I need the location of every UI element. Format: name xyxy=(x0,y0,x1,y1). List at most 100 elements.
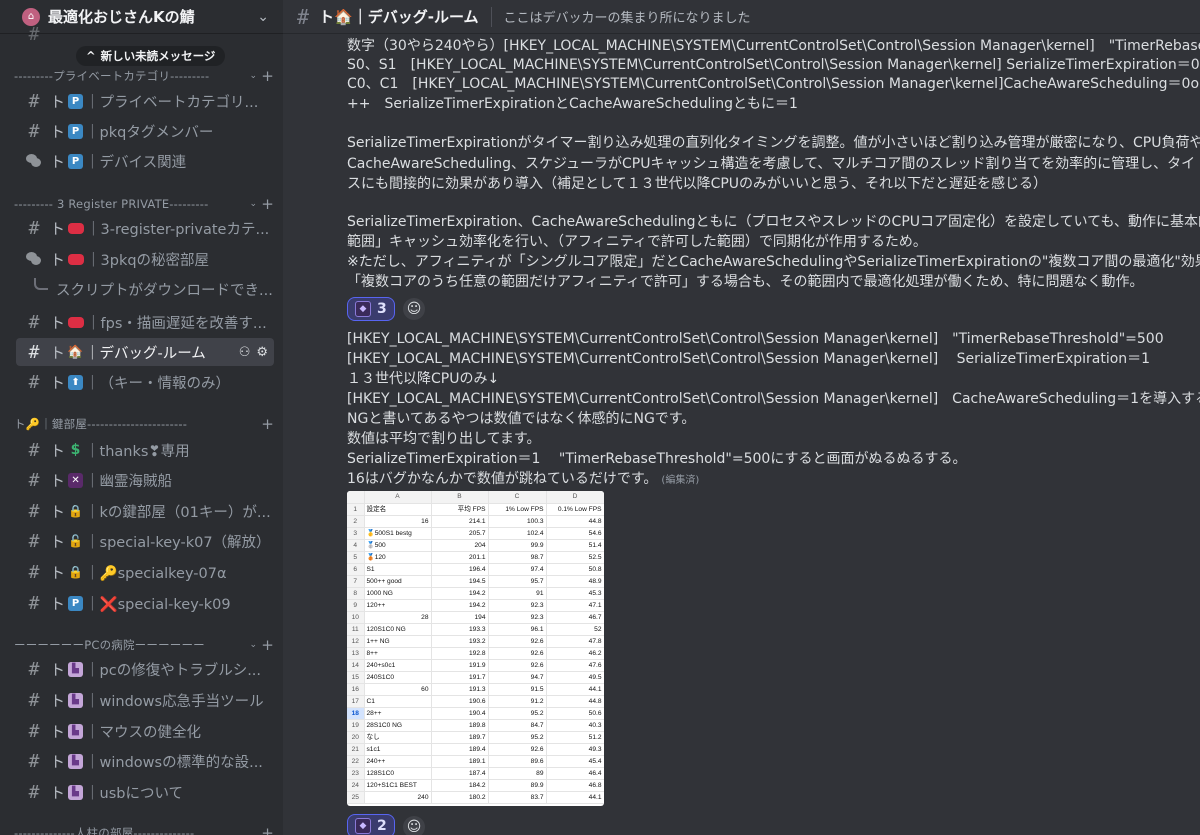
hash-icon: # xyxy=(28,311,40,333)
add-reaction-icon[interactable]: ☺ xyxy=(403,816,425,835)
sheet-cell: 46.7 xyxy=(546,611,604,624)
sheet-row-number: 5 xyxy=(347,551,365,564)
channel-prefix: ト xyxy=(50,563,66,582)
sheet-cell: 194.2 xyxy=(431,599,489,612)
sheet-cell: 95.2 xyxy=(488,731,547,744)
arrow-up-icon: ^ xyxy=(86,49,96,63)
channel-sidebar: ⌂ 最適化おじさんKの鯖 ⌄ ^ 新しい未読メッセージ # ---------プ… xyxy=(0,0,283,835)
channel-label: ｜thanks❣専用 xyxy=(85,443,190,460)
thread-connector-icon xyxy=(34,278,48,290)
sheet-row-number: 15 xyxy=(347,671,365,684)
reaction-button[interactable]: ◆ 2 xyxy=(347,814,395,835)
gear-icon[interactable]: ⚙ xyxy=(256,345,268,360)
new-unread-label: 新しい未読メッセージ xyxy=(100,49,216,63)
channel-partial[interactable]: # xyxy=(16,20,274,48)
channel-label: ｜windows応急手当ツール xyxy=(85,693,264,710)
channel-prefix: ト xyxy=(50,660,66,679)
sheet-cell: 193.3 xyxy=(431,623,489,636)
add-channel-icon[interactable]: + xyxy=(261,636,274,654)
sheet-cell: 52 xyxy=(546,623,604,636)
channel-pc-repair[interactable]: # ト ▙ ｜pcの修復やトラブルシ... xyxy=(16,655,274,683)
reaction-button[interactable]: ◆ 3 xyxy=(347,297,395,321)
channel-windows-settings[interactable]: # ト ▙ ｜windowsの標準的な設... xyxy=(16,747,274,775)
channel-pkq-tag-members[interactable]: # ト P ｜pkqタグメンバー xyxy=(16,117,274,145)
category-pc-hospital[interactable]: ーーーーーーPCの病院ーーーーーー ⌄ + xyxy=(14,636,274,654)
sheet-cell: 120++ xyxy=(364,599,432,612)
reaction-count: 2 xyxy=(377,818,387,834)
add-channel-icon[interactable]: + xyxy=(261,824,274,835)
sheet-cell: 95.2 xyxy=(488,707,547,720)
category-register[interactable]: --------- 3 Register PRIVATE--------- ⌄ … xyxy=(14,195,274,213)
sheet-row: 1 設定名 平均 FPS 1% Low FPS 0.1% Low FPS xyxy=(347,503,604,516)
channel-windows-first-aid[interactable]: # ト ▙ ｜windows応急手当ツール xyxy=(16,686,274,714)
lock-icon: 🔒 xyxy=(68,504,83,518)
channel-3pkq-secret[interactable]: ト ｜3pkqの秘密部屋 xyxy=(16,245,274,273)
channel-fps-latency[interactable]: # ト ｜fps・描画遅延を改善す... xyxy=(16,308,274,336)
channel-thanks[interactable]: # ト $ ｜thanks❣専用 xyxy=(16,436,274,464)
channel-topic[interactable]: ここはデバッカーの集まり所になりました xyxy=(504,7,751,26)
sheet-cell: 91.2 xyxy=(488,695,547,708)
channel-k-keyroom[interactable]: # ト 🔒 ｜kの鍵部屋（01キー）が... xyxy=(16,497,274,525)
sheet-cell: 🥉120 xyxy=(364,551,432,564)
category-keyroom[interactable]: ト🔑｜鍵部屋----------------------- + xyxy=(14,415,274,433)
channel-special-key-k07[interactable]: # ト 🔓 ｜special-key-k07（解放） xyxy=(16,527,274,555)
chevron-down-icon[interactable]: ⌄ xyxy=(249,640,257,650)
channel-debug-room[interactable]: # ト 🏠 ｜デバッグ-ルーム ⚇ ⚙ xyxy=(16,338,274,366)
message-line: S0、S1 [HKEY_LOCAL_MACHINE\SYSTEM\Current… xyxy=(347,57,1200,73)
sheet-cell: 44.8 xyxy=(546,515,604,528)
sheet-cell: 83.7 xyxy=(488,791,547,804)
add-channel-icon[interactable]: + xyxy=(261,415,274,433)
channel-label: ｜🔑specialkey-07α xyxy=(85,565,227,582)
sheet-cell: 48.9 xyxy=(546,575,604,588)
sheet-cell: 46.4 xyxy=(546,767,604,780)
category-bottom[interactable]: --------------人柱の部屋-------------- + xyxy=(14,824,274,835)
channel-specialkey-07a[interactable]: # ト 🔒 ｜🔑specialkey-07α xyxy=(16,558,274,586)
sheet-cell: 84.7 xyxy=(488,719,547,732)
sheet-row: 10 28 194 92.3 46.7 xyxy=(347,611,604,624)
add-reaction-icon[interactable]: ☺ xyxy=(403,298,425,320)
sheet-row-number: 14 xyxy=(347,659,365,672)
sheet-cell: 98.7 xyxy=(488,551,547,564)
channel-register-private[interactable]: # ト ｜3-register-privateカテ... xyxy=(16,214,274,242)
hash-icon: # xyxy=(28,530,40,552)
sheet-cell: 191.3 xyxy=(431,683,489,696)
sheet-cell: 1++ NG xyxy=(364,635,432,648)
sheet-cell: 47.1 xyxy=(546,599,604,612)
channel-private-category[interactable]: # ト P ｜プライベートカテゴリ... xyxy=(16,87,274,115)
unlock-icon: 🔓 xyxy=(68,534,83,548)
sheet-cell: 92.6 xyxy=(488,659,547,672)
spreadsheet-image[interactable]: A B C D 1 設定名 平均 FPS 1% Low FPS 0.1% Low FPS 2 16 2… xyxy=(347,491,604,806)
hash-icon: # xyxy=(28,781,40,803)
sheet-cell: 52.5 xyxy=(546,551,604,564)
channel-usb[interactable]: # ト ▙ ｜usbについて xyxy=(16,778,274,806)
channel-prefix: ト xyxy=(50,752,66,771)
sheet-cell: 🥇500S1 bestg xyxy=(364,527,432,540)
sheet-row-number: 24 xyxy=(347,779,365,792)
channel-device[interactable]: ト P ｜デバイス関連 xyxy=(16,147,274,175)
chevron-down-icon[interactable]: ⌄ xyxy=(249,71,257,81)
sheet-cell: C1 xyxy=(364,695,432,708)
chevron-down-icon[interactable]: ⌄ xyxy=(249,199,257,209)
new-unread-banner[interactable]: ^ 新しい未読メッセージ xyxy=(76,46,226,66)
sheet-cell: 28++ xyxy=(364,707,432,720)
invite-icon[interactable]: ⚇ xyxy=(239,345,251,360)
channel-mouse[interactable]: # ト ▙ ｜マウスの健全化 xyxy=(16,717,274,745)
category-label: ーーーーーーPCの病院ーーーーーー xyxy=(14,638,205,652)
channel-special-key-k09[interactable]: # ト P ｜❌special-key-k09 xyxy=(16,589,274,617)
p-badge-icon: P xyxy=(68,153,84,169)
add-channel-icon[interactable]: + xyxy=(261,195,274,213)
channel-label: ｜幽霊海賊船 xyxy=(85,473,173,490)
sheet-row: 3 🥇500S1 bestg 205.7 102.4 54.6 xyxy=(347,527,604,540)
channel-key-info[interactable]: # ト ⬆ ｜（キー・情報のみ） xyxy=(16,368,274,396)
message-list: 数字（30やら240やら）[HKEY_LOCAL_MACHINE\SYSTEM\… xyxy=(283,34,1200,835)
sheet-cell: 240 xyxy=(364,791,432,804)
channel-prefix: ト xyxy=(50,373,66,392)
add-channel-icon[interactable]: + xyxy=(261,67,274,85)
thread-script-download[interactable]: スクリプトがダウンロードでき... xyxy=(34,276,274,302)
channel-ghost-ship[interactable]: # ト ✕ ｜幽霊海賊船 xyxy=(16,466,274,494)
hash-icon: # xyxy=(297,4,310,29)
category-private[interactable]: ---------プライベートカテゴリ--------- ⌄ + xyxy=(14,67,274,85)
sheet-cell: 44.1 xyxy=(546,683,604,696)
sheet-row-number: 6 xyxy=(347,563,365,576)
sheet-row-number: 18 xyxy=(347,707,365,720)
